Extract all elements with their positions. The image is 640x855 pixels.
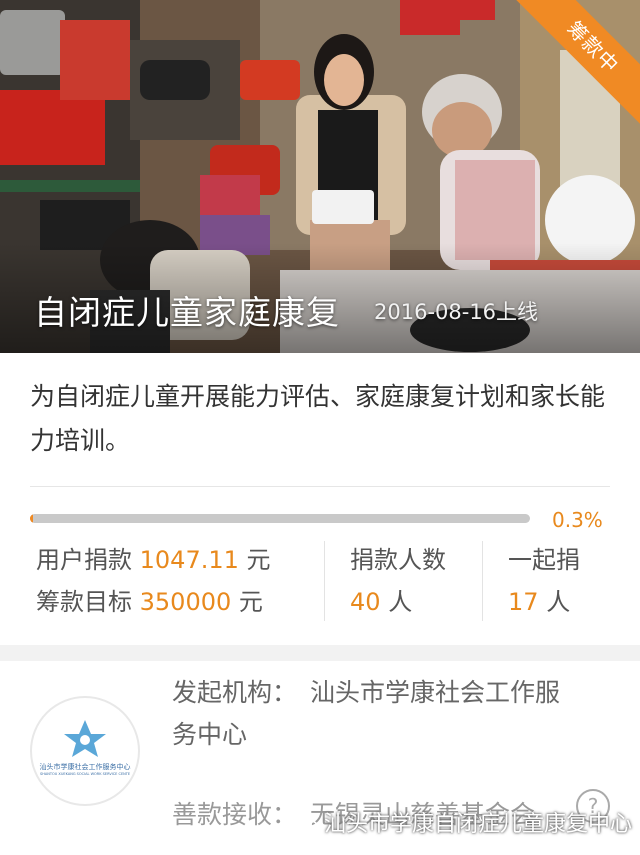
watermark-text: 汕头市学康自闭症儿童康复中心 — [324, 812, 633, 837]
together-row: 17 人 — [508, 581, 580, 623]
initiator-label: 发起机构： — [172, 678, 298, 707]
receiver-label: 善款接收： — [172, 800, 298, 829]
donors-row: 40 人 — [350, 581, 446, 623]
project-title: 自闭症儿童家庭康复 — [34, 293, 340, 332]
donors-value: 40 — [350, 588, 381, 616]
organization-logo: 汕头市学康社会工作服务中心 SHANTOU XUEKANG SOCIAL WOR… — [30, 696, 140, 806]
logo-text-en: SHANTOU XUEKANG SOCIAL WORK SERVICE CENT… — [40, 772, 130, 776]
goal-unit: 元 — [238, 588, 263, 616]
goal-row: 筹款目标 350000 元 — [36, 581, 271, 623]
donor-count-stat: 捐款人数 40 人 — [350, 539, 446, 625]
funding-progress-percent: 0.3% — [552, 508, 603, 532]
together-label: 一起捐 — [508, 546, 580, 574]
amount-stats: 用户捐款 1047.11 元 筹款目标 350000 元 — [36, 539, 271, 625]
stats-separator — [482, 541, 483, 621]
initiator-name[interactable]: 汕头市学康社会工作服 — [310, 673, 560, 709]
user-donation-row: 用户捐款 1047.11 元 — [36, 539, 271, 581]
together-donate-stat[interactable]: 一起捐 17 人 — [508, 539, 580, 625]
status-ribbon: 筹款中 — [510, 0, 640, 130]
wechat-watermark: 汕头市学康自闭症儿童康复中心 — [296, 806, 632, 842]
project-description: 为自闭症儿童开展能力评估、家庭康复计划和家长能力培训。 — [30, 382, 606, 455]
launch-date: 2016-08-16上线 — [374, 300, 539, 324]
project-info-card: 为自闭症儿童开展能力评估、家庭康复计划和家长能力培训。 0.3% 用户捐款 10… — [0, 353, 640, 645]
user-donation-value: 1047.11 — [139, 546, 239, 574]
star-logo-icon — [64, 720, 106, 757]
goal-label: 筹款目标 — [36, 588, 132, 616]
user-donation-label: 用户捐款 — [36, 546, 132, 574]
together-unit: 人 — [546, 588, 571, 616]
wechat-icon — [296, 815, 318, 832]
funding-progress-fill — [30, 514, 33, 523]
stats-separator — [324, 541, 325, 621]
funding-progress-bar — [30, 514, 530, 523]
status-ribbon-wrap: 筹款中 — [510, 0, 640, 130]
divider — [30, 486, 610, 487]
project-cover-image[interactable]: 自闭症儿童家庭康复 2016-08-16上线 筹款中 — [0, 0, 640, 353]
user-donation-unit: 元 — [246, 546, 271, 574]
donors-unit: 人 — [388, 588, 413, 616]
together-value: 17 — [508, 588, 539, 616]
donation-stats: 用户捐款 1047.11 元 筹款目标 350000 元 捐款人数 40 人 一… — [0, 539, 640, 625]
initiator-name-continued[interactable]: 务中心 — [172, 715, 247, 751]
logo-text-cn: 汕头市学康社会工作服务中心 — [39, 763, 131, 771]
goal-value: 350000 — [139, 588, 232, 616]
donors-label: 捐款人数 — [350, 546, 446, 574]
